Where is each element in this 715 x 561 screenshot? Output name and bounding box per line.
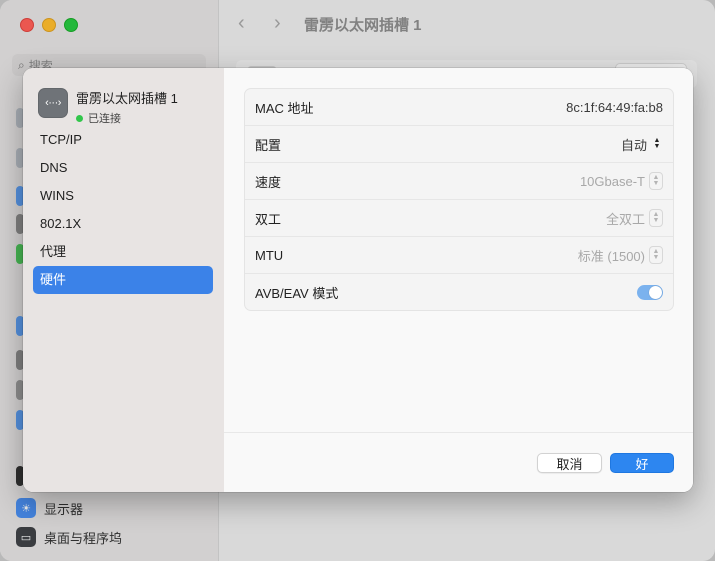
speed-value: 10Gbase-T	[579, 173, 645, 189]
nav-item-proxy[interactable]: 代理	[33, 238, 213, 266]
interface-header: ‹···› 雷雳以太网插槽 1 已连接	[38, 88, 178, 126]
sheet-main-content: MAC 地址 8c:1f:64:49:fa:b8 配置 自动 ▲ ▼ 速度 10G…	[224, 68, 693, 492]
nav-item-dns[interactable]: DNS	[33, 154, 213, 182]
config-label: 配置	[255, 137, 282, 153]
sheet-nav-list: TCP/IP DNS WINS 802.1X 代理 硬件	[33, 126, 213, 294]
toggle-knob	[649, 285, 662, 299]
speed-label: 速度	[255, 174, 282, 190]
chevron-updown-icon: ▲ ▼	[649, 172, 663, 190]
mtu-label: MTU	[255, 247, 284, 263]
status-label: 已连接	[88, 113, 121, 125]
nav-item-hardware[interactable]: 硬件	[33, 266, 213, 294]
speed-popup[interactable]: 10Gbase-T ▲ ▼	[580, 172, 663, 190]
config-value: 自动	[620, 137, 647, 153]
mac-address-label: MAC 地址	[255, 100, 314, 116]
mtu-row: MTU 标准 (1500) ▲ ▼	[245, 237, 673, 274]
mac-address-row: MAC 地址 8c:1f:64:49:fa:b8	[245, 89, 673, 126]
config-popup[interactable]: 自动 ▲ ▼	[621, 135, 663, 154]
chevron-updown-icon: ▲ ▼	[653, 137, 661, 150]
duplex-popup[interactable]: 全双工 ▲ ▼	[606, 209, 663, 228]
config-row: 配置 自动 ▲ ▼	[245, 126, 673, 163]
chevron-updown-icon: ▲ ▼	[649, 209, 663, 227]
sheet-sidebar: ‹···› 雷雳以太网插槽 1 已连接 TCP/IP DNS WINS 802.…	[23, 68, 224, 492]
footer-divider	[224, 432, 693, 433]
interface-name: 雷雳以太网插槽 1	[76, 91, 178, 106]
cancel-button[interactable]: 取消	[537, 453, 602, 473]
avb-eav-label: AVB/EAV 模式	[255, 285, 339, 301]
speed-row: 速度 10Gbase-T ▲ ▼	[245, 163, 673, 200]
avb-eav-toggle[interactable]	[637, 284, 663, 300]
mac-address-value: 8c:1f:64:49:fa:b8	[566, 99, 663, 115]
hardware-settings-group: MAC 地址 8c:1f:64:49:fa:b8 配置 自动 ▲ ▼ 速度 10G…	[244, 88, 674, 311]
duplex-row: 双工 全双工 ▲ ▼	[245, 200, 673, 237]
duplex-label: 双工	[255, 211, 282, 227]
mtu-popup[interactable]: 标准 (1500) ▲ ▼	[578, 246, 663, 265]
nav-item-8021x[interactable]: 802.1X	[33, 210, 213, 238]
connected-status-icon	[76, 114, 83, 122]
interface-status: 已连接	[76, 110, 178, 126]
duplex-value: 全双工	[605, 211, 645, 227]
chevron-updown-icon: ▲ ▼	[649, 246, 663, 264]
nav-item-tcpip[interactable]: TCP/IP	[33, 126, 213, 154]
hardware-settings-sheet: ‹···› 雷雳以太网插槽 1 已连接 TCP/IP DNS WINS 802.…	[23, 68, 693, 492]
avb-eav-row: AVB/EAV 模式	[245, 274, 673, 310]
ethernet-icon: ‹···›	[38, 88, 68, 118]
ok-button[interactable]: 好	[610, 453, 674, 473]
mtu-value: 标准 (1500)	[577, 248, 645, 264]
nav-item-wins[interactable]: WINS	[33, 182, 213, 210]
